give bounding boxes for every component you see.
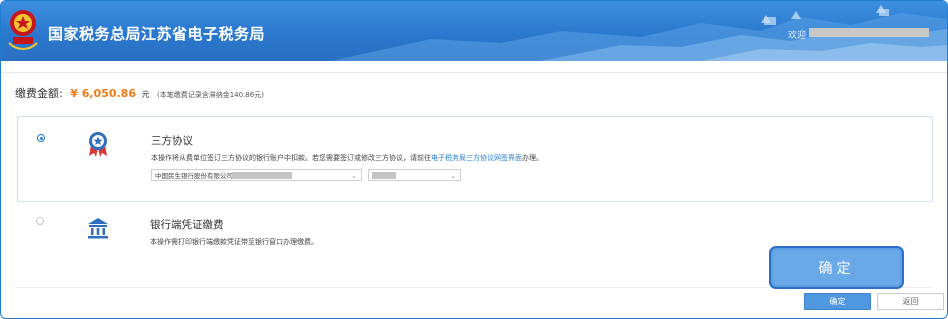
bank-name-redacted <box>232 172 292 179</box>
payment-amount-label: 缴费金额: <box>15 87 63 100</box>
account-select[interactable]: ⌄ <box>368 169 461 181</box>
option-desc-three-party: 本操作将从费单位签订三方协议的银行账户中扣款。若您需要签订或修改三方协议，请前往… <box>151 153 543 163</box>
option-desc-bank-voucher: 本操作需打印银行端缴款凭证带至银行窗口办理缴费。 <box>150 238 318 246</box>
bank-building-icon <box>88 218 108 239</box>
three-party-signing-link[interactable]: 电子税务局三方协议网签界面 <box>431 154 522 162</box>
desc-prefix: 本操作将从费单位签订三方协议的银行账户中扣款。若您需要签订或修改三方协议，请前往 <box>151 154 431 162</box>
tax-payment-window: 国家税务总局江苏省电子税务局 欢迎 缴费金额: ¥ 6,050.86 元 (本笔… <box>0 0 948 319</box>
back-button[interactable]: 返回 <box>877 293 944 310</box>
option-title-bank-voucher: 银行端凭证缴费 <box>150 219 224 231</box>
bank-select[interactable]: 中国民生银行股份有限公司 ⌄ <box>151 169 362 181</box>
bank-select-value: 中国民生银行股份有限公司 <box>155 172 233 180</box>
radio-bank-voucher[interactable] <box>36 217 44 225</box>
tax-emblem-icon <box>8 10 38 51</box>
radio-three-party[interactable] <box>37 134 45 142</box>
chevron-down-icon: ⌄ <box>351 172 357 180</box>
welcome-label: 欢迎 <box>788 31 807 41</box>
payment-amount-row: 缴费金额: ¥ 6,050.86 元 (本笔缴费记录含滞纳金140.86元) <box>15 85 264 101</box>
option-three-party-agreement[interactable]: 三方协议 本操作将从费单位签订三方协议的银行账户中扣款。若您需要签订或修改三方协… <box>17 116 933 202</box>
username-redacted <box>809 28 929 37</box>
account-redacted <box>372 172 396 179</box>
desc-suffix: 办理。 <box>522 154 543 162</box>
chevron-down-icon: ⌄ <box>450 172 456 180</box>
confirm-button[interactable]: 确定 <box>804 293 871 310</box>
site-title: 国家税务总局江苏省电子税务局 <box>48 25 266 43</box>
option-title-three-party: 三方协议 <box>151 135 193 147</box>
header-banner: 国家税务总局江苏省电子税务局 欢迎 <box>1 1 947 61</box>
payment-amount-unit: 元 <box>141 90 150 99</box>
confirm-button-large[interactable]: 确定 <box>769 246 904 289</box>
badge-star-icon <box>89 132 107 157</box>
payment-amount-value: ¥ 6,050.86 <box>70 87 136 100</box>
header-divider <box>1 72 947 73</box>
payment-amount-note: (本笔缴费记录含滞纳金140.86元) <box>156 91 264 99</box>
confirm-button-large-label: 确定 <box>773 250 900 285</box>
